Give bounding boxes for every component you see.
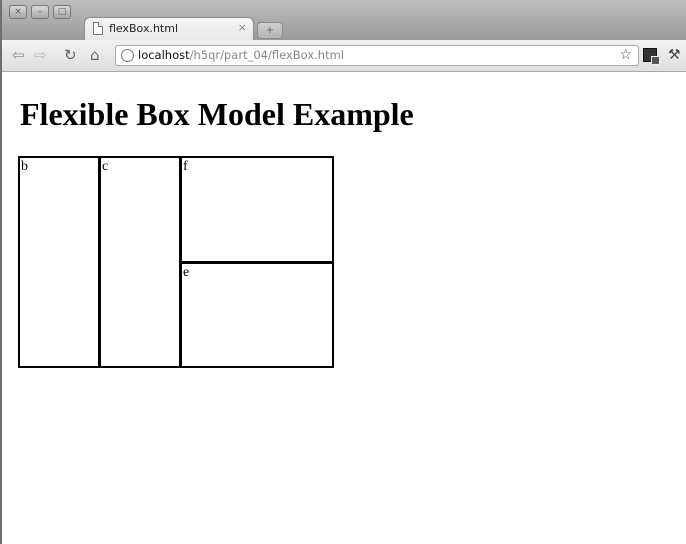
browser-window: × – □ flexBox.html × + ⇦ ⇨ ↻ ⌂ localhost…	[0, 0, 686, 544]
bookmark-star-icon[interactable]: ☆	[619, 47, 632, 63]
document-icon	[93, 22, 103, 35]
reload-icon[interactable]: ↻	[64, 47, 77, 63]
page-content: Flexible Box Model Example b c f e	[4, 72, 686, 544]
tab-title: flexBox.html	[109, 22, 179, 35]
box-e: e	[180, 262, 334, 368]
new-tab-button[interactable]: +	[257, 22, 283, 39]
box-f: f	[180, 156, 334, 263]
url-path: /h5qr/part_04/flexBox.html	[189, 48, 344, 62]
maximize-window-button[interactable]: □	[53, 5, 71, 19]
address-bar[interactable]: localhost/h5qr/part_04/flexBox.html ☆	[115, 45, 639, 66]
tab-strip: × – □ flexBox.html × +	[2, 0, 686, 40]
flex-column: f e	[180, 156, 334, 368]
wrench-menu-icon[interactable]: ⚒	[668, 47, 681, 63]
tab-flexbox[interactable]: flexBox.html ×	[84, 17, 254, 40]
box-b: b	[18, 156, 100, 368]
home-icon[interactable]: ⌂	[90, 47, 100, 63]
forward-icon[interactable]: ⇨	[34, 47, 47, 63]
minimize-window-button[interactable]: –	[31, 5, 49, 19]
box-c: c	[99, 156, 181, 368]
tab-close-icon[interactable]: ×	[238, 21, 247, 34]
url-text[interactable]: localhost/h5qr/part_04/flexBox.html	[138, 48, 344, 62]
flex-container: b c f e	[18, 156, 335, 368]
back-icon[interactable]: ⇦	[12, 47, 25, 63]
page-title: Flexible Box Model Example	[20, 96, 414, 132]
url-host: localhost	[138, 48, 190, 62]
toolbar: ⇦ ⇨ ↻ ⌂ localhost/h5qr/part_04/flexBox.h…	[2, 40, 686, 72]
close-window-button[interactable]: ×	[9, 5, 27, 19]
globe-icon	[121, 49, 134, 62]
extension-icon[interactable]	[643, 48, 660, 65]
